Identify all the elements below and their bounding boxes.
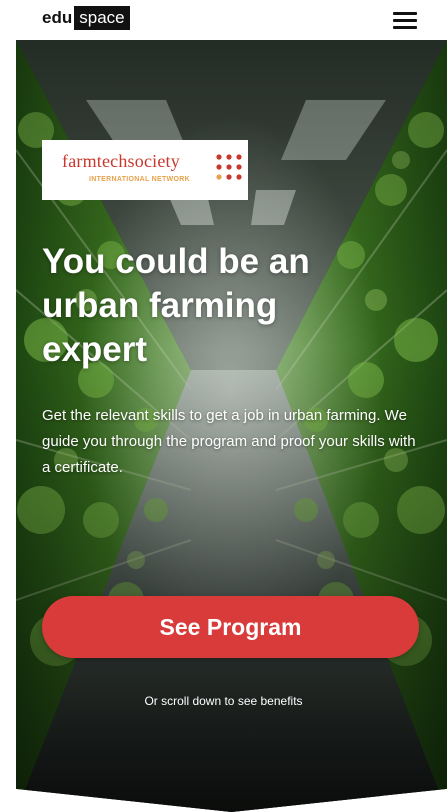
logo-text-space: space <box>74 6 130 30</box>
partner-tagline: INTERNATIONAL NETWORK <box>89 176 190 183</box>
hero-headline: You could be an urban farming expert <box>42 240 422 372</box>
see-program-button[interactable]: See Program <box>42 596 419 658</box>
scroll-hint-text: Or scroll down to see benefits <box>144 694 303 708</box>
hero-section: farmtechsociety INTERNATIONAL NETWORK Yo… <box>16 40 447 812</box>
headline-line-1: You could be an <box>42 242 310 281</box>
headline-line-2: urban farming <box>42 286 278 325</box>
menu-bar <box>393 26 417 29</box>
dot-grid-icon <box>216 154 242 180</box>
hamburger-menu-icon[interactable] <box>393 12 417 30</box>
partner-logo[interactable]: farmtechsociety INTERNATIONAL NETWORK <box>42 140 248 200</box>
page: edu space farmtechsociety INTERNATIONAL … <box>0 0 447 812</box>
menu-bar <box>393 19 417 22</box>
partner-name: farmtechsociety <box>62 151 180 171</box>
menu-bar <box>393 12 417 15</box>
eduspace-logo[interactable]: edu space <box>42 6 130 30</box>
site-header: edu space <box>0 0 447 40</box>
logo-text-edu: edu <box>42 8 73 27</box>
headline-line-3: expert <box>42 330 148 369</box>
hero-description: Get the relevant skills to get a job in … <box>42 407 416 476</box>
